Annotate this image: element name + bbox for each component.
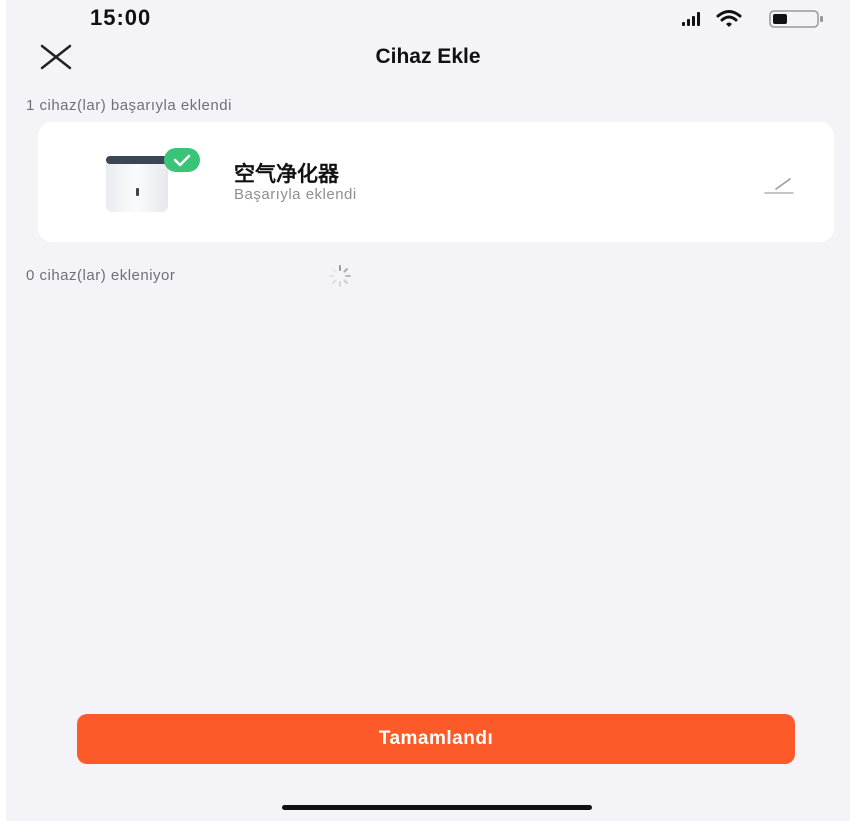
home-indicator[interactable] — [282, 805, 592, 810]
adding-count-label: 0 cihaz(lar) ekleniyor — [26, 267, 176, 284]
status-time: 15:00 — [90, 5, 152, 30]
device-status: Başarıyla eklendi — [234, 186, 357, 203]
done-button[interactable]: Tamamlandı — [77, 714, 795, 764]
screen: 15:00 Cihaz Ekle 1 cihaz(lar) başarıyla … — [6, 0, 850, 821]
loading-spinner-icon — [329, 265, 351, 287]
status-bar: 15:00 — [6, 0, 850, 36]
check-icon — [164, 148, 200, 172]
edit-icon[interactable] — [762, 170, 796, 196]
page-title: Cihaz Ekle — [375, 45, 481, 68]
added-count-label: 1 cihaz(lar) başarıyla eklendi — [26, 97, 232, 114]
device-card[interactable]: 空气净化器 Başarıyla eklendi — [38, 122, 834, 242]
device-name: 空气净化器 — [234, 163, 339, 186]
wifi-icon — [716, 10, 742, 27]
signal-icon — [682, 12, 700, 26]
battery-icon — [769, 10, 823, 28]
